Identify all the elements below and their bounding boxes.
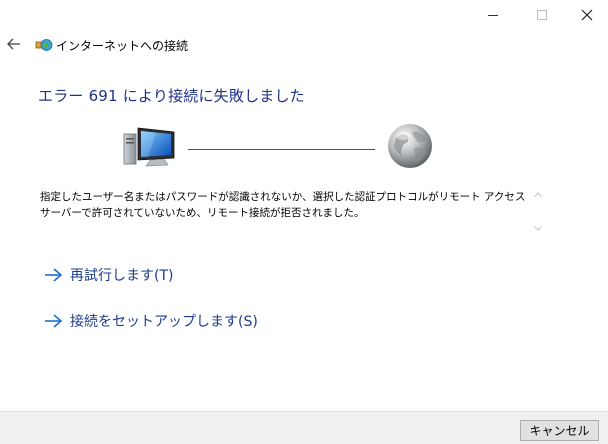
title-bar xyxy=(0,0,608,30)
scroll-down-button[interactable] xyxy=(532,222,543,234)
setup-label: 接続をセットアップします(S) xyxy=(70,314,258,330)
message-scrollbar[interactable] xyxy=(531,186,544,236)
chevron-down-icon xyxy=(533,225,542,231)
cancel-button[interactable]: キャンセル xyxy=(520,420,599,441)
scroll-up-button[interactable] xyxy=(532,188,543,200)
connection-line xyxy=(188,149,375,150)
minimize-icon xyxy=(488,15,498,16)
retry-label: 再試行します(T) xyxy=(70,268,174,284)
close-icon xyxy=(581,9,593,21)
network-connection-icon xyxy=(35,39,53,51)
retry-command-link[interactable]: 再試行します(T) xyxy=(42,264,173,286)
computer-icon xyxy=(123,127,175,167)
right-arrow-icon xyxy=(45,314,63,328)
error-message: 指定したユーザー名またはパスワードが認識されないか、選択した認証プロトコルがリモ… xyxy=(40,191,526,219)
chevron-up-icon xyxy=(533,191,542,197)
setup-command-link[interactable]: 接続をセットアップします(S) xyxy=(42,310,258,332)
page-title: エラー 691 により接続に失敗しました xyxy=(38,87,305,105)
maximize-button[interactable] xyxy=(519,0,565,30)
error-message-box: 指定したユーザー名またはパスワードが認識されないか、選択した認証プロトコルがリモ… xyxy=(38,186,544,236)
navigation-bar: インターネットへの接続 xyxy=(0,32,608,58)
maximize-icon xyxy=(537,10,547,20)
window-title: インターネットへの接続 xyxy=(56,39,189,53)
minimize-button[interactable] xyxy=(470,0,516,30)
back-button[interactable] xyxy=(4,34,24,54)
globe-icon xyxy=(388,124,432,168)
footer-bar: キャンセル xyxy=(0,411,608,444)
right-arrow-icon xyxy=(45,268,63,282)
back-arrow-icon xyxy=(7,38,20,50)
close-button[interactable] xyxy=(564,0,608,30)
